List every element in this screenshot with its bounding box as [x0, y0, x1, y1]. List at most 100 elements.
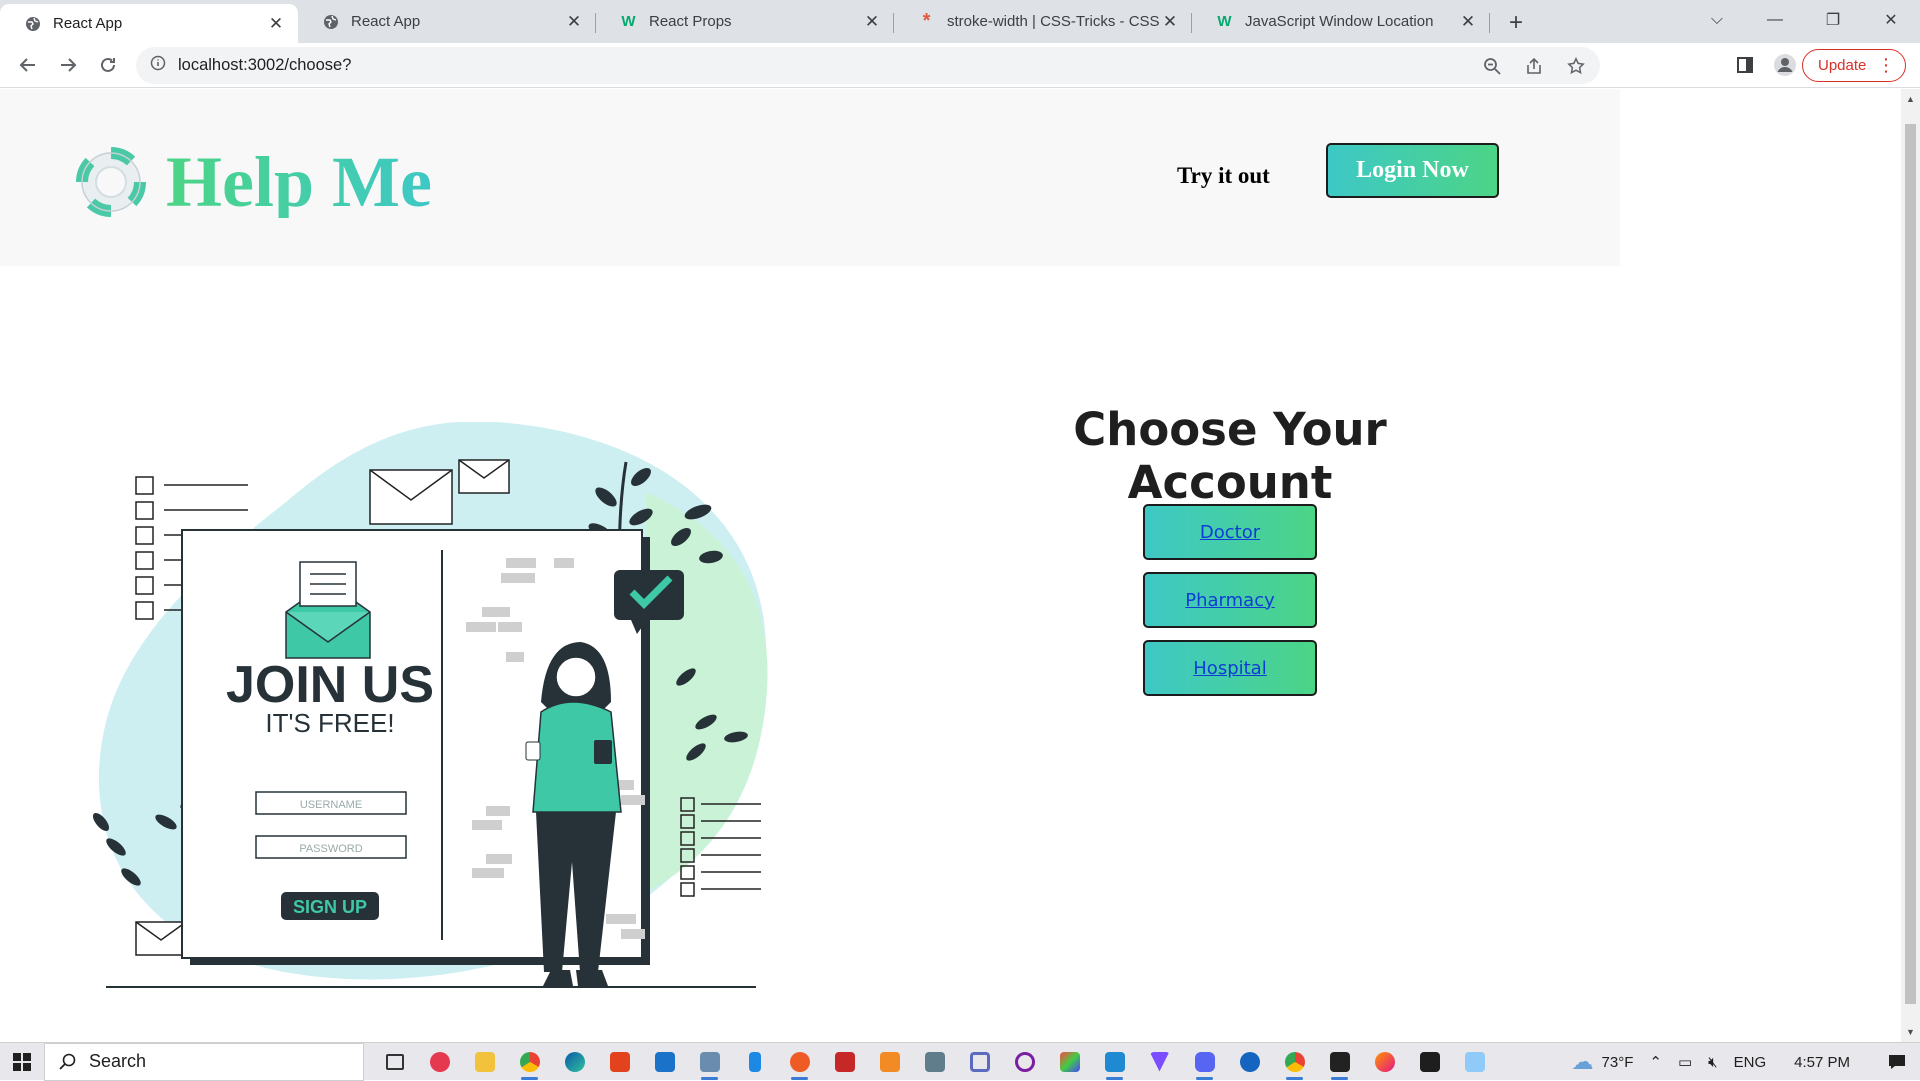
volume-muted-icon[interactable]: 🔇︎	[1708, 1054, 1717, 1071]
close-tab-icon[interactable]: ✕	[1160, 12, 1180, 32]
terminal-icon[interactable]	[1407, 1043, 1452, 1081]
pharmacy-button[interactable]: Pharmacy	[1143, 572, 1317, 628]
app-icon-9[interactable]	[1137, 1043, 1182, 1081]
its-free-text: IT'S FREE!	[265, 708, 394, 738]
close-window-button[interactable]: ✕	[1862, 0, 1920, 40]
illus-password-text: PASSWORD	[299, 843, 362, 855]
sublime-icon[interactable]	[867, 1043, 912, 1081]
page-viewport: Help Me Try it out Login Now JOIN US IT'…	[0, 89, 1901, 1042]
postman-icon[interactable]	[777, 1043, 822, 1081]
forward-button[interactable]	[48, 47, 88, 83]
share-icon[interactable]	[1520, 52, 1548, 80]
task-view-icon[interactable]	[372, 1043, 417, 1081]
firefox-icon[interactable]	[1362, 1043, 1407, 1081]
app-icon-8[interactable]	[1047, 1043, 1092, 1081]
tab-react-app-1[interactable]: React App ✕	[0, 4, 298, 43]
show-hidden-icons-chevron-icon[interactable]: ⌃	[1649, 1053, 1662, 1071]
join-us-text: JOIN US	[226, 656, 434, 714]
login-button[interactable]: Login Now	[1326, 143, 1499, 198]
windows-start-icon[interactable]	[0, 1043, 44, 1081]
app-icon-10[interactable]	[1227, 1043, 1272, 1081]
close-tab-icon[interactable]: ✕	[564, 12, 584, 32]
bookmark-star-icon[interactable]	[1562, 52, 1590, 80]
browser-toolbar: localhost:3002/choose? Update ⋮	[0, 43, 1920, 88]
side-panel-icon[interactable]	[1731, 51, 1759, 79]
brand-name: Help Me	[166, 142, 432, 222]
illus-signup-text: SIGN UP	[293, 897, 367, 917]
address-bar[interactable]: localhost:3002/choose?	[136, 47, 1600, 84]
new-tab-button[interactable]: +	[1498, 5, 1534, 41]
app-icon-6[interactable]	[957, 1043, 1002, 1081]
w3schools-icon: W	[621, 13, 636, 30]
globe-icon	[322, 13, 339, 30]
search-icon	[59, 1053, 76, 1070]
restore-button[interactable]: ❐	[1804, 0, 1862, 40]
update-button[interactable]: Update ⋮	[1802, 49, 1906, 82]
taskbar-search[interactable]: Search	[44, 1042, 364, 1081]
site-info-icon[interactable]	[150, 55, 166, 76]
brand-logo[interactable]: Help Me	[76, 146, 432, 218]
tab-title: JavaScript Window Location	[1245, 13, 1434, 30]
more-menu-icon[interactable]: ⋮	[1877, 55, 1895, 75]
clock[interactable]: 4:57 PM	[1794, 1054, 1850, 1071]
pharmacy-link[interactable]: Pharmacy	[1185, 590, 1275, 611]
close-tab-icon[interactable]: ✕	[862, 12, 882, 32]
tab-title: React Props	[649, 13, 732, 30]
profile-avatar-icon[interactable]	[1771, 51, 1799, 79]
scrollbar-thumb[interactable]	[1905, 124, 1916, 1004]
page-scrollbar[interactable]: ▲ ▼	[1901, 89, 1920, 1042]
tab-css-tricks[interactable]: * stroke-width | CSS-Tricks - CSS-Tricks…	[894, 4, 1192, 39]
try-it-out-link[interactable]: Try it out	[1177, 157, 1270, 195]
app-icon-4[interactable]	[822, 1043, 867, 1081]
battery-icon[interactable]: ▭	[1678, 1053, 1692, 1071]
close-tab-icon[interactable]: ✕	[266, 14, 286, 34]
office-icon[interactable]	[597, 1043, 642, 1081]
chrome-icon-2[interactable]	[1272, 1043, 1317, 1081]
file-explorer-icon[interactable]	[462, 1043, 507, 1081]
hospital-link[interactable]: Hospital	[1193, 658, 1266, 679]
zoom-icon[interactable]	[1478, 52, 1506, 80]
app-icon-2[interactable]	[687, 1043, 732, 1081]
signup-illustration: JOIN US IT'S FREE! USERNAME PASSWORD SIG…	[92, 422, 768, 988]
app-icon-1[interactable]	[417, 1043, 462, 1081]
taskbar-apps	[372, 1043, 1497, 1081]
illus-username-text: USERNAME	[300, 799, 362, 811]
language-indicator[interactable]: ENG	[1734, 1054, 1767, 1071]
vscode-icon[interactable]	[1092, 1043, 1137, 1081]
reload-button[interactable]	[88, 47, 128, 83]
csstricks-icon: *	[922, 10, 931, 32]
minimize-button[interactable]: —	[1746, 0, 1804, 40]
tab-search-chevron-icon[interactable]: ⌵	[1688, 0, 1746, 40]
doctor-button[interactable]: Doctor	[1143, 504, 1317, 560]
figma-icon[interactable]	[1317, 1043, 1362, 1081]
scroll-up-arrow-icon[interactable]: ▲	[1901, 91, 1920, 107]
app-icon-7[interactable]	[1002, 1043, 1047, 1081]
tab-react-props[interactable]: W React Props ✕	[596, 4, 894, 39]
tab-react-app-2[interactable]: React App ✕	[298, 4, 596, 39]
app-icon-3[interactable]	[732, 1043, 777, 1081]
discord-icon[interactable]	[1182, 1043, 1227, 1081]
scroll-down-arrow-icon[interactable]: ▼	[1901, 1024, 1920, 1040]
mail-icon[interactable]	[642, 1043, 687, 1081]
url-text[interactable]: localhost:3002/choose?	[178, 56, 351, 75]
chrome-icon[interactable]	[507, 1043, 552, 1081]
tab-strip: React App ✕ React App ✕ W React Props ✕ …	[0, 0, 1920, 43]
globe-icon	[24, 15, 41, 32]
page-title: Choose Your Account	[1073, 403, 1387, 509]
temperature: 73°F	[1601, 1053, 1634, 1071]
back-button[interactable]	[8, 47, 48, 83]
tab-js-location[interactable]: W JavaScript Window Location ✕	[1192, 4, 1490, 39]
app-icon-11[interactable]	[1452, 1043, 1497, 1081]
close-tab-icon[interactable]: ✕	[1458, 12, 1478, 32]
doctor-link[interactable]: Doctor	[1200, 522, 1260, 543]
update-label: Update	[1818, 57, 1867, 74]
tab-divider	[1489, 13, 1490, 33]
app-icon-5[interactable]	[912, 1043, 957, 1081]
notification-center-icon[interactable]	[1888, 1054, 1906, 1070]
windows-taskbar: Search ☁ 73°F ⌃ ▭ 🔇︎ ENG 4:57 PM	[0, 1042, 1920, 1081]
weather-widget[interactable]: ☁ 73°F	[1572, 1049, 1634, 1075]
edge-icon[interactable]	[552, 1043, 597, 1081]
system-tray: ☁ 73°F ⌃ ▭ 🔇︎ ENG 4:57 PM	[1564, 1043, 1920, 1081]
window-controls: ⌵ — ❐ ✕	[1688, 0, 1920, 40]
hospital-button[interactable]: Hospital	[1143, 640, 1317, 696]
